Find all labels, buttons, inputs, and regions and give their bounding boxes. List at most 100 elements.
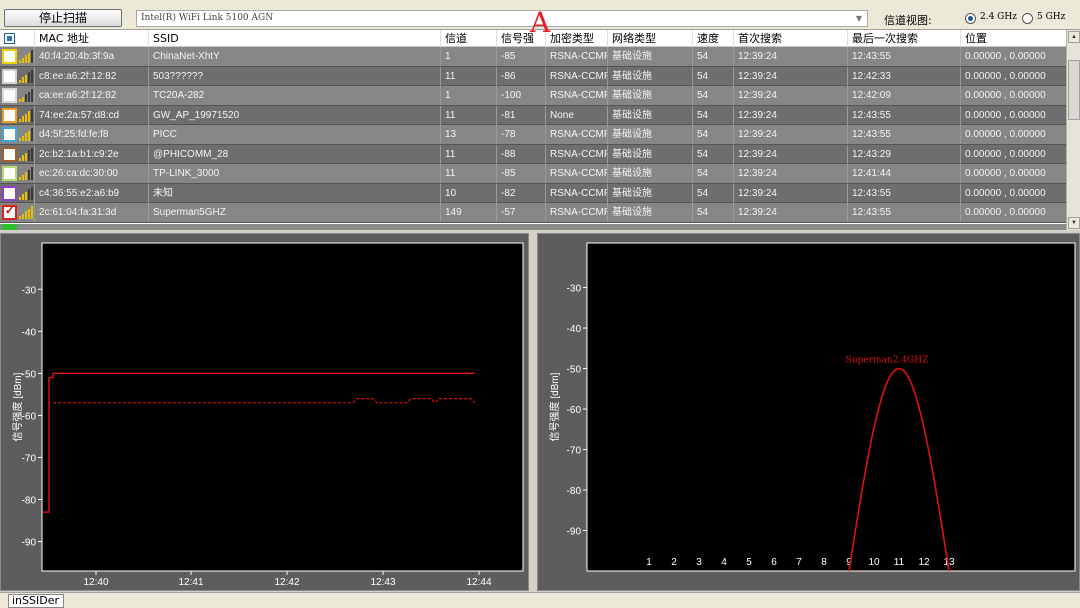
ssid-column-header[interactable]: SSID	[148, 30, 440, 47]
x-tick-label: 2	[671, 557, 677, 568]
panel-splitter[interactable]	[529, 233, 537, 591]
band-5-label: 5 GHz	[1037, 12, 1066, 22]
y-tick-label: -90	[567, 527, 582, 538]
table-row[interactable]: ec:26:ca:dc:30:00 TP-LINK_3000 11 -85 RSNA-C…	[0, 164, 1066, 184]
stop-scan-button[interactable]: 停止扫描	[4, 9, 122, 27]
scroll-down-icon[interactable]: ▼	[1068, 217, 1080, 229]
row-color-checkbox[interactable]	[2, 68, 17, 84]
cell-rssi: -81	[496, 105, 545, 125]
status-tab[interactable]: inSSIDer	[8, 594, 64, 608]
cell-ssid: 503??????	[148, 66, 440, 86]
signal-bars-icon	[19, 69, 33, 83]
y-tick-label: -80	[567, 486, 582, 497]
y-tick-label: -70	[567, 446, 582, 457]
cell-rssi: -86	[496, 66, 545, 86]
cell-speed: 54	[692, 183, 733, 203]
cell-nettype: 基础设施	[607, 47, 692, 66]
table-row[interactable]: ca:ee:a6:2f:12:82 TC20A-282 1 -100 RSNA-CCMP…	[0, 86, 1066, 106]
y-tick-label: -90	[22, 538, 37, 549]
cell-ssid: @PHICOMM_28	[148, 144, 440, 164]
cell-last: 12:43:55	[847, 203, 960, 222]
x-tick-label: 5	[746, 557, 752, 568]
table-row[interactable]: c8:ee:a6:2f:12:82 503?????? 11 -86 RSNA-CCMP…	[0, 66, 1066, 86]
row-color-checkbox[interactable]	[2, 49, 17, 64]
cell-speed: 54	[692, 47, 733, 66]
cell-security: None	[545, 105, 607, 125]
row-color-checkbox[interactable]	[2, 107, 17, 123]
row-color-checkbox[interactable]	[2, 166, 17, 181]
row-color-checkbox[interactable]	[2, 88, 17, 103]
signal-bars-icon	[19, 50, 33, 63]
select-all-checkbox[interactable]	[4, 33, 15, 44]
row-color-checkbox[interactable]	[2, 224, 17, 230]
cell-location: 0.00000 , 0.00000	[960, 125, 1066, 144]
table-row[interactable]: 74:ee:2a:57:d8:cd GW_AP_19971520 11 -81 None…	[0, 105, 1066, 125]
table-row-partial[interactable]	[0, 224, 1066, 230]
cell-last: 12:43:55	[847, 125, 960, 144]
signal-bars-icon	[19, 206, 33, 219]
cell-rssi: -100	[496, 86, 545, 105]
scroll-up-icon[interactable]: ▲	[1068, 31, 1080, 43]
mac-column-header[interactable]: MAC 地址	[34, 30, 148, 47]
network-curve-label: Superman2.4GHZ	[846, 356, 929, 366]
cell-speed: 54	[692, 203, 733, 222]
first-seen-column-header[interactable]: 首次搜索	[733, 30, 847, 47]
security-column-header[interactable]: 加密类型	[545, 30, 607, 47]
cell-mac: 74:ee:2a:57:d8:cd	[34, 105, 148, 125]
cell-security: RSNA-CCMP	[545, 203, 607, 222]
cell-channel: 13	[440, 125, 496, 144]
row-color-checkbox[interactable]	[2, 146, 17, 162]
cell-first: 12:39:24	[733, 105, 847, 125]
cell-mac: ec:26:ca:dc:30:00	[34, 164, 148, 183]
band-5-radio[interactable]	[1022, 13, 1033, 24]
cell-location: 0.00000 , 0.00000	[960, 66, 1066, 86]
channel-chart-panel: -30 -40 -50 -60 -70 -80 -90 信号强度 [dBm] 1 2 3 4 5 6 7 8 9…	[537, 233, 1080, 591]
cell-rssi: -88	[496, 144, 545, 164]
cell-nettype: 基础设施	[607, 66, 692, 86]
cell-rssi: -82	[496, 183, 545, 203]
table-row[interactable]: c4:36:55:e2:a6:b9 未知 10 -82 RSNA-CCMP 基础设施 54 1…	[0, 183, 1066, 203]
x-tick-label: 3	[696, 557, 702, 568]
cell-mac: 40:f4:20:4b:3f:9a	[34, 47, 148, 66]
cell-ssid: 未知	[148, 183, 440, 203]
table-row[interactable]: 40:f4:20:4b:3f:9a ChinaNet-XhtY 1 -85 RSNA-C…	[0, 47, 1066, 67]
cell-nettype: 基础设施	[607, 203, 692, 222]
cell-mac: c8:ee:a6:2f:12:82	[34, 66, 148, 86]
cell-last: 12:43:55	[847, 105, 960, 125]
y-tick-label: -80	[22, 496, 37, 507]
last-seen-column-header[interactable]: 最后一次搜索	[847, 30, 960, 47]
row-color-checkbox[interactable]	[2, 204, 17, 220]
x-tick-label: 10	[868, 557, 880, 568]
cell-nettype: 基础设施	[607, 125, 692, 144]
cell-speed: 54	[692, 86, 733, 105]
chevron-down-icon[interactable]: ▼	[853, 12, 865, 25]
cell-mac: d4:5f:25:fd:fe:f8	[34, 125, 148, 144]
y-tick-label: -40	[22, 327, 37, 338]
speed-column-header[interactable]: 速度	[692, 30, 733, 47]
location-column-header[interactable]: 位置	[960, 30, 1066, 47]
table-row[interactable]: 2c:b2:1a:b1:c9:2e @PHICOMM_28 11 -88 RSNA-CC…	[0, 144, 1066, 164]
row-color-checkbox[interactable]	[2, 127, 17, 142]
band-24-radio[interactable]	[965, 13, 976, 24]
cell-nettype: 基础设施	[607, 183, 692, 203]
cell-rssi: -85	[496, 47, 545, 66]
network-type-column-header[interactable]: 网络类型	[607, 30, 692, 47]
row-color-checkbox[interactable]	[2, 185, 17, 201]
status-bar: inSSIDer	[0, 592, 1080, 608]
cursor-letter: A	[530, 6, 551, 39]
x-tick-label: 12:44	[466, 577, 491, 588]
table-row[interactable]: d4:5f:25:fd:fe:f8 PICC 13 -78 RSNA-CCMP 基础设施 5…	[0, 125, 1066, 145]
cell-first: 12:39:24	[733, 86, 847, 105]
cell-speed: 54	[692, 66, 733, 86]
adapter-select[interactable]: Intel(R) WiFi Link 5100 AGN ▼	[136, 10, 868, 27]
channel-column-header[interactable]: 信道	[440, 30, 496, 47]
table-row[interactable]: 2c:61:04:fa:31:3dSuperman5GHZ149-57RSNA-…	[0, 203, 1066, 223]
table-scrollbar[interactable]: ▲ ▼	[1066, 30, 1080, 230]
cell-ssid: Superman5GHZ	[148, 203, 440, 222]
cell-first: 12:39:24	[733, 203, 847, 222]
cell-last: 12:43:29	[847, 144, 960, 164]
x-tick-label: 11	[894, 557, 905, 568]
cell-channel: 1	[440, 47, 496, 66]
scroll-thumb[interactable]	[1068, 60, 1080, 120]
y-axis-label: 信号强度 [dBm]	[11, 372, 24, 441]
